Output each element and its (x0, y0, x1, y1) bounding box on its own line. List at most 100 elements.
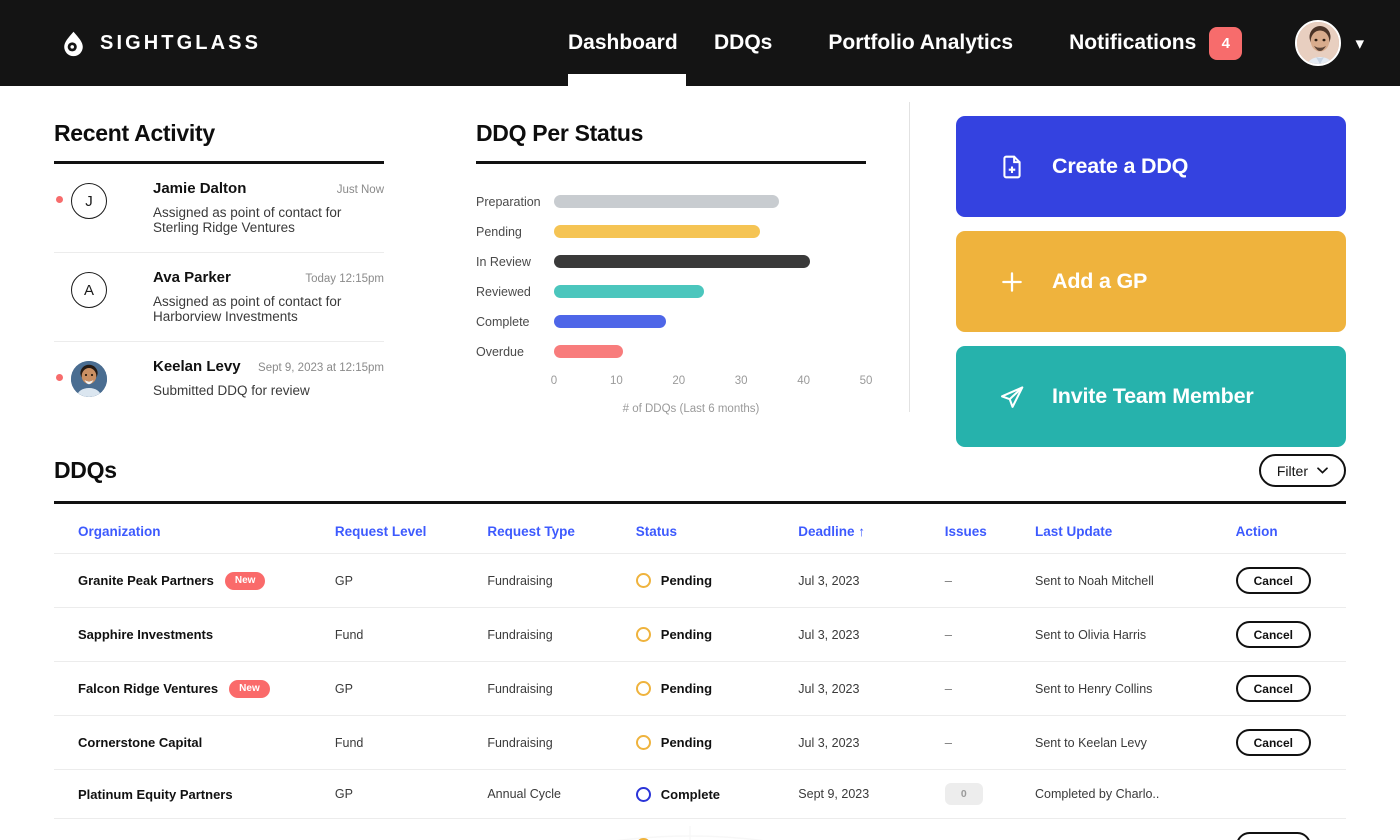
table-row[interactable]: Falcon Ridge Ventures New GP Fundraising Pen… (54, 661, 1346, 716)
unread-dot-icon (56, 196, 63, 203)
activity-avatar: A (71, 272, 107, 308)
chart-bar[interactable] (554, 225, 760, 238)
chart-category-label: Preparation (476, 194, 541, 209)
unread-dot-icon (56, 374, 63, 381)
chart-x-label: # of DDQs (Last 6 months) (622, 403, 760, 415)
ddq-title: DDQs (54, 457, 117, 483)
cancel-button[interactable]: Cancel (1235, 729, 1311, 756)
ddq-per-status-panel: DDQ Per Status Preparation Pending In Revi… (428, 86, 910, 436)
user-menu[interactable]: ▾ (1295, 0, 1364, 86)
activity-description: Assigned as point of contact for Sterlin… (153, 205, 342, 235)
chart-bar-track (554, 195, 866, 208)
cancel-button[interactable]: Cancel (1235, 832, 1311, 840)
chevron-down-icon[interactable]: ▾ (1355, 35, 1364, 52)
chart-bar-track (554, 225, 866, 238)
activity-description: Assigned as point of contact for Harborv… (153, 294, 342, 324)
column-header-request-type[interactable]: Request Type (487, 504, 635, 554)
cell-last-update: Sent to Henry Collins (1035, 661, 1236, 716)
cell-request-type: Fundraising (487, 553, 636, 608)
chart-x-tick: 0 (550, 375, 558, 387)
cell-action: Cancel (1235, 715, 1346, 770)
activity-description: Submitted DDQ for review (153, 383, 310, 398)
column-header-status[interactable]: Status (636, 504, 799, 554)
chart-bar[interactable] (554, 345, 623, 358)
chart-title: DDQ Per Status (476, 120, 644, 146)
cell-last-update: Sent to Noah Mitchell (1035, 553, 1236, 608)
plus-icon (1002, 271, 1022, 292)
cell-request-level: Fund (334, 607, 488, 662)
cell-issues: – (944, 818, 1035, 840)
nav-item-dashboard[interactable]: Dashboard (568, 0, 686, 86)
cell-request-level: GP (334, 769, 488, 819)
cell-action (1235, 769, 1346, 819)
table-row[interactable]: Platinum Equity Partners GP Annual Cycle Co… (54, 769, 1346, 819)
chart-bar-track (554, 345, 866, 358)
cell-request-level: Fund (334, 818, 488, 840)
column-header-issues[interactable]: Issues (945, 504, 1035, 554)
ddq-header-row: DDQs Filter (54, 454, 1346, 487)
table-row[interactable]: Granite Peak Partners New GP Fundraising Pen… (54, 553, 1346, 608)
filter-button[interactable]: Filter (1258, 454, 1346, 487)
invite-team-member-label: Invite Team Member (1052, 384, 1254, 408)
avatar[interactable] (1295, 20, 1342, 66)
cancel-button[interactable]: Cancel (1235, 621, 1311, 648)
issues-none: – (944, 681, 952, 696)
activity-item[interactable]: J Jamie Dalton Just Now Assigned as poin… (54, 164, 384, 253)
table-row[interactable]: Sapphire Investments Fund Fundraising Pendi… (54, 607, 1346, 662)
brand-logo[interactable]: SIGHTGLASS (60, 30, 261, 57)
sightglass-droplet-logo-icon (64, 31, 83, 56)
cell-action: Cancel (1235, 607, 1346, 662)
nav-item-notifications[interactable]: Notifications 4 (1041, 0, 1270, 86)
chart-bar-track (554, 285, 866, 298)
activity-user-name: Ava Parker (153, 269, 231, 286)
issues-badge: 0 (944, 783, 983, 805)
column-header-request-level[interactable]: Request Level (335, 504, 487, 554)
activity-item[interactable]: A Ava Parker Today 12:15pm Assigned as p… (54, 253, 384, 342)
cell-status: Pending (635, 661, 799, 716)
status-label: Pending (660, 573, 713, 588)
cell-last-update: Sent to Olivia Harris (1035, 607, 1236, 662)
nav-item-portfolio-analytics[interactable]: Portfolio Analytics (800, 0, 1041, 86)
activity-avatar-photo (71, 361, 107, 397)
cell-issues: – (944, 607, 1035, 662)
status-label: Pending (660, 627, 713, 642)
chart-bar-track (554, 255, 866, 268)
activity-avatar: J (71, 183, 107, 219)
table-row[interactable]: Highland Growth FundFundFundraisingPendi… (54, 818, 1346, 840)
cell-request-type: Fundraising (487, 607, 636, 662)
cell-issues: – (944, 661, 1035, 716)
add-gp-button[interactable]: Add a GP (956, 231, 1346, 332)
activity-user-name: Keelan Levy (153, 358, 241, 375)
chart-bar[interactable] (554, 195, 779, 208)
chart-x-tick: 40 (797, 375, 810, 387)
cell-request-type: Fundraising (487, 715, 636, 770)
table-header-row: Organization Request Level Request Type … (54, 504, 1346, 554)
add-gp-label: Add a GP (1052, 269, 1148, 293)
chart-bar-row: Preparation (476, 190, 866, 213)
status-ring-icon (635, 627, 651, 642)
column-header-last-update[interactable]: Last Update (1035, 504, 1236, 554)
cell-organization: Falcon Ridge Ventures New (54, 661, 335, 716)
organization-name: Platinum Equity Partners (78, 786, 233, 802)
cancel-button[interactable]: Cancel (1235, 567, 1311, 594)
chart-bar-row: Complete (476, 310, 866, 333)
column-header-deadline[interactable]: Deadline ↑ (798, 504, 944, 554)
dashboard-top-row: Recent Activity J Jamie Dalton Just Now … (0, 86, 1400, 447)
table-row[interactable]: Cornerstone Capital Fund Fundraising Pendin… (54, 715, 1346, 770)
organization-name: Sapphire Investments (78, 627, 214, 642)
activity-timestamp: Sept 9, 2023 at 12:15pm (258, 362, 384, 374)
chart-bar[interactable] (554, 285, 704, 298)
activity-item[interactable]: Keelan Levy Sept 9, 2023 at 12:15pm Subm… (54, 342, 384, 415)
chart-bar[interactable] (554, 315, 667, 328)
nav-label-ddqs: DDQs (714, 31, 773, 54)
chart-bar[interactable] (554, 255, 810, 268)
column-header-organization[interactable]: Organization (54, 504, 335, 554)
cell-status: Pending (635, 607, 799, 662)
chart-bar-row: In Review (476, 250, 866, 273)
main-nav: Dashboard DDQs Portfolio Analytics Notif… (568, 0, 1270, 86)
cancel-button[interactable]: Cancel (1235, 675, 1311, 702)
create-ddq-button[interactable]: Create a DDQ (956, 116, 1346, 217)
cell-request-level: GP (334, 553, 488, 608)
nav-item-ddqs[interactable]: DDQs (686, 0, 800, 86)
invite-team-member-button[interactable]: Invite Team Member (956, 346, 1346, 447)
